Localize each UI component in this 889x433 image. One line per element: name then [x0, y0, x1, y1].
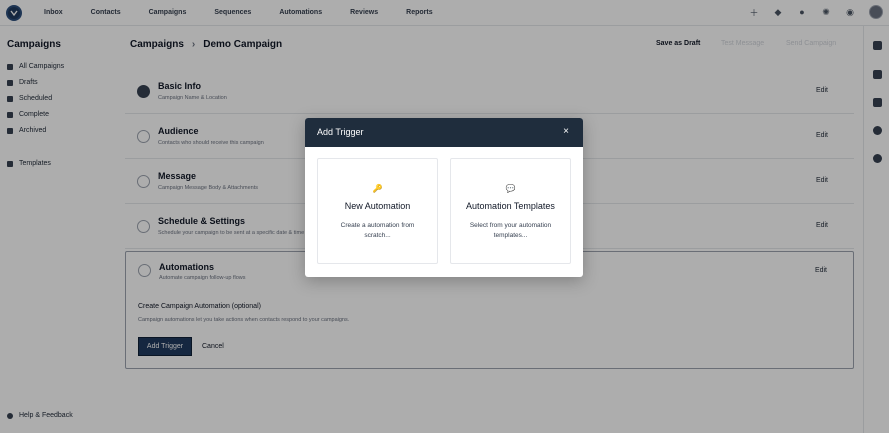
card-title: Automation Templates — [466, 201, 555, 211]
modal-header: Add Trigger × — [305, 118, 583, 147]
close-icon[interactable]: × — [563, 126, 569, 137]
card-description: Create a automation from scratch... — [340, 222, 415, 239]
modal-title: Add Trigger — [317, 127, 364, 137]
key-icon: 🔑 — [372, 184, 383, 193]
card-description: Select from your automation templates... — [469, 222, 552, 239]
card-title: New Automation — [344, 201, 411, 211]
add-trigger-modal: Add Trigger × 🔑 New Automation Create a … — [305, 118, 583, 277]
automation-templates-card[interactable]: 💬 Automation Templates Select from your … — [450, 158, 571, 264]
new-automation-card[interactable]: 🔑 New Automation Create a automation fro… — [317, 158, 438, 264]
chat-bubble-icon: 💬 — [505, 184, 516, 193]
